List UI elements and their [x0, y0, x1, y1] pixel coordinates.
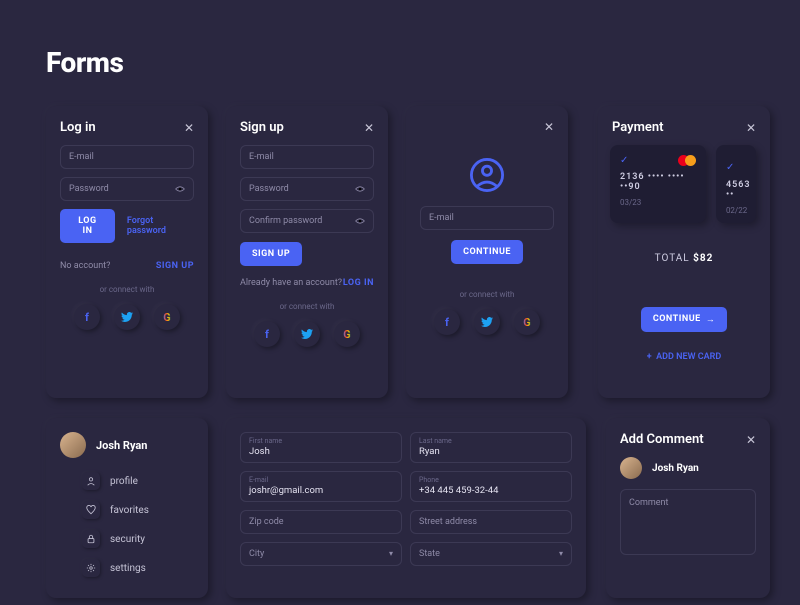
- payment-title: Payment: [612, 120, 664, 135]
- menu-item-settings[interactable]: settings: [82, 559, 194, 577]
- google-icon[interactable]: G: [514, 309, 540, 335]
- forgot-password-link[interactable]: Forgot password: [127, 216, 194, 236]
- phone-field[interactable]: Phone +34 445 459-32-44: [410, 471, 572, 502]
- eye-icon[interactable]: [175, 184, 185, 194]
- login-link[interactable]: LOG IN: [343, 278, 374, 288]
- password-field[interactable]: Password: [60, 177, 194, 201]
- chevron-down-icon: ▾: [559, 549, 563, 558]
- chevron-down-icon: ▾: [389, 549, 393, 558]
- close-icon[interactable]: ✕: [184, 121, 194, 135]
- signup-link[interactable]: SIGN UP: [156, 261, 194, 271]
- payment-continue-button[interactable]: CONTINUE →: [641, 307, 727, 332]
- user-name: Josh Ryan: [96, 439, 147, 452]
- password-field[interactable]: Password: [240, 177, 374, 201]
- page-title: Forms: [46, 46, 123, 79]
- login-card: Log in ✕ E-mail Password LOG IN Forgot p…: [46, 106, 208, 398]
- payment-card: Payment ✕ ✓ 2136 •••• •••• ••90 03/23 ✓ …: [598, 106, 770, 398]
- close-icon[interactable]: ✕: [364, 121, 374, 135]
- no-account-text: No account?: [60, 261, 110, 271]
- card-expiry: 03/23: [620, 198, 696, 207]
- commenter-name: Josh Ryan: [652, 463, 699, 474]
- mastercard-icon: [678, 155, 696, 166]
- add-new-card-link[interactable]: + ADD NEW CARD: [647, 352, 721, 362]
- login-title: Log in: [60, 120, 96, 135]
- connect-label: or connect with: [60, 285, 194, 294]
- zip-field[interactable]: Zip code: [240, 510, 402, 534]
- city-select[interactable]: City▾: [240, 542, 402, 566]
- signup-button[interactable]: SIGN UP: [240, 242, 302, 266]
- google-icon[interactable]: G: [334, 321, 360, 347]
- profile-card: Josh Ryan profile favorites security set…: [46, 418, 208, 598]
- heart-icon: [82, 501, 100, 519]
- menu-item-profile[interactable]: profile: [82, 472, 194, 490]
- menu-item-security[interactable]: security: [82, 530, 194, 548]
- email-field[interactable]: E-mail: [60, 145, 194, 169]
- close-icon[interactable]: ✕: [746, 121, 756, 135]
- close-icon[interactable]: ✕: [746, 433, 756, 447]
- twitter-icon[interactable]: [294, 321, 320, 347]
- have-account-text: Already have an account?: [240, 278, 342, 288]
- email-field[interactable]: E-mail joshr@gmail.com: [240, 471, 402, 502]
- facebook-icon[interactable]: f: [74, 304, 100, 330]
- arrow-right-icon: →: [706, 314, 716, 325]
- credit-card-1[interactable]: ✓ 2136 •••• •••• ••90 03/23: [610, 145, 706, 223]
- card-expiry: 02/22: [726, 206, 746, 215]
- eye-icon[interactable]: [355, 216, 365, 226]
- street-field[interactable]: Street address: [410, 510, 572, 534]
- check-icon: ✓: [726, 162, 734, 173]
- card-number: 4563 ••: [726, 180, 746, 200]
- state-select[interactable]: State▾: [410, 542, 572, 566]
- first-name-field[interactable]: First name Josh: [240, 432, 402, 463]
- plus-icon: +: [647, 352, 652, 362]
- menu-item-favorites[interactable]: favorites: [82, 501, 194, 519]
- connect-label: or connect with: [240, 302, 374, 311]
- last-name-field[interactable]: Last name Ryan: [410, 432, 572, 463]
- avatar[interactable]: [60, 432, 86, 458]
- avatar: [620, 457, 642, 479]
- twitter-icon[interactable]: [474, 309, 500, 335]
- email-field[interactable]: E-mail: [420, 206, 554, 230]
- credit-card-2[interactable]: ✓ 4563 •• 02/22: [716, 145, 756, 223]
- close-icon[interactable]: ✕: [544, 120, 554, 134]
- facebook-icon[interactable]: f: [254, 321, 280, 347]
- eye-icon[interactable]: [355, 184, 365, 194]
- user-icon: [82, 472, 100, 490]
- comment-card: Add Comment ✕ Josh Ryan Comment: [606, 418, 770, 598]
- connect-label: or connect with: [420, 290, 554, 299]
- twitter-icon[interactable]: [114, 304, 140, 330]
- gear-icon: [82, 559, 100, 577]
- signup-title: Sign up: [240, 120, 284, 135]
- login-button[interactable]: LOG IN: [60, 209, 115, 243]
- facebook-icon[interactable]: f: [434, 309, 460, 335]
- comment-textarea[interactable]: Comment: [620, 489, 756, 555]
- confirm-password-field[interactable]: Confirm password: [240, 209, 374, 233]
- edit-form-card: First name Josh Last name Ryan E-mail jo…: [226, 418, 586, 598]
- total-row: TOTAL $82: [612, 253, 756, 264]
- continue-card: ✕ E-mail CONTINUE or connect with f G: [406, 106, 568, 398]
- continue-button[interactable]: CONTINUE: [451, 240, 523, 264]
- google-icon[interactable]: G: [154, 304, 180, 330]
- comment-title: Add Comment: [620, 432, 704, 447]
- user-icon: [470, 158, 504, 192]
- signup-card: Sign up ✕ E-mail Password Confirm passwo…: [226, 106, 388, 398]
- check-icon: ✓: [620, 155, 628, 166]
- email-field[interactable]: E-mail: [240, 145, 374, 169]
- lock-icon: [82, 530, 100, 548]
- card-number: 2136 •••• •••• ••90: [620, 172, 696, 192]
